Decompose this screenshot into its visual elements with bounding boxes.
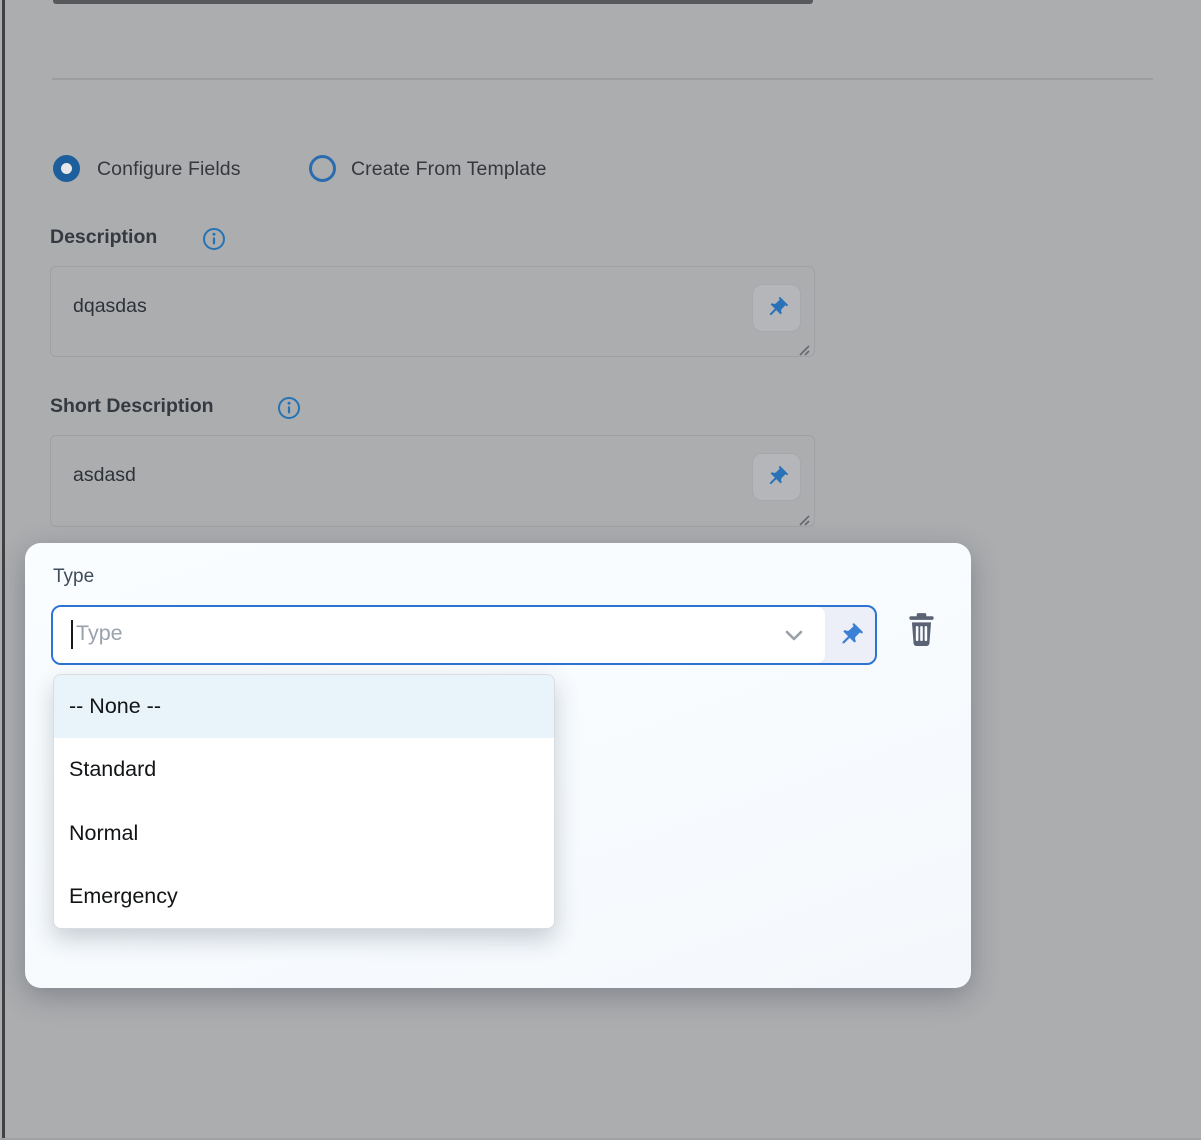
description-textarea[interactable]: dqasdas — [50, 266, 815, 357]
dropdown-option-standard[interactable]: Standard — [54, 738, 554, 801]
type-label: Type — [53, 566, 94, 588]
delete-field-button[interactable] — [903, 609, 939, 649]
trash-icon — [906, 612, 937, 647]
resize-grip-icon[interactable] — [794, 340, 810, 356]
radio-create-from-template[interactable] — [309, 155, 336, 182]
description-value: dqasdas — [73, 295, 147, 317]
radio-configure-fields-label[interactable]: Configure Fields — [97, 158, 241, 181]
dropdown-option-emergency[interactable]: Emergency — [54, 865, 554, 928]
type-pin-button[interactable] — [825, 607, 875, 663]
type-field-card: Type Type — [25, 543, 971, 988]
dropdown-option-normal[interactable]: Normal — [54, 802, 554, 865]
description-pin-button[interactable] — [752, 284, 801, 332]
type-placeholder: Type — [76, 621, 123, 646]
screen: Configure Fields Create From Template De… — [0, 0, 1201, 1140]
dropdown-option-none[interactable]: -- None -- — [54, 675, 554, 738]
short-description-pin-button[interactable] — [752, 453, 801, 501]
section-divider — [52, 78, 1153, 80]
panel-left-edge — [2, 0, 5, 1140]
modal-top-edge — [53, 0, 813, 4]
chevron-down-icon[interactable] — [785, 630, 803, 641]
description-label: Description — [50, 226, 157, 249]
pushpin-icon — [760, 460, 794, 494]
text-caret — [71, 620, 73, 649]
pushpin-icon — [760, 291, 794, 325]
short-description-value: asdasd — [73, 464, 136, 486]
pushpin-icon — [831, 616, 869, 654]
info-icon[interactable] — [202, 227, 226, 251]
type-dropdown-menu: -- None -- Standard Normal Emergency — [53, 674, 555, 929]
radio-configure-fields[interactable] — [53, 155, 80, 182]
short-description-textarea[interactable]: asdasd — [50, 435, 815, 527]
radio-create-from-template-label[interactable]: Create From Template — [351, 158, 547, 181]
short-description-label: Short Description — [50, 395, 214, 418]
type-combobox-group: Type — [51, 605, 877, 665]
resize-grip-icon[interactable] — [794, 510, 810, 526]
info-icon[interactable] — [277, 396, 301, 420]
type-combobox-input[interactable]: Type — [53, 607, 825, 663]
